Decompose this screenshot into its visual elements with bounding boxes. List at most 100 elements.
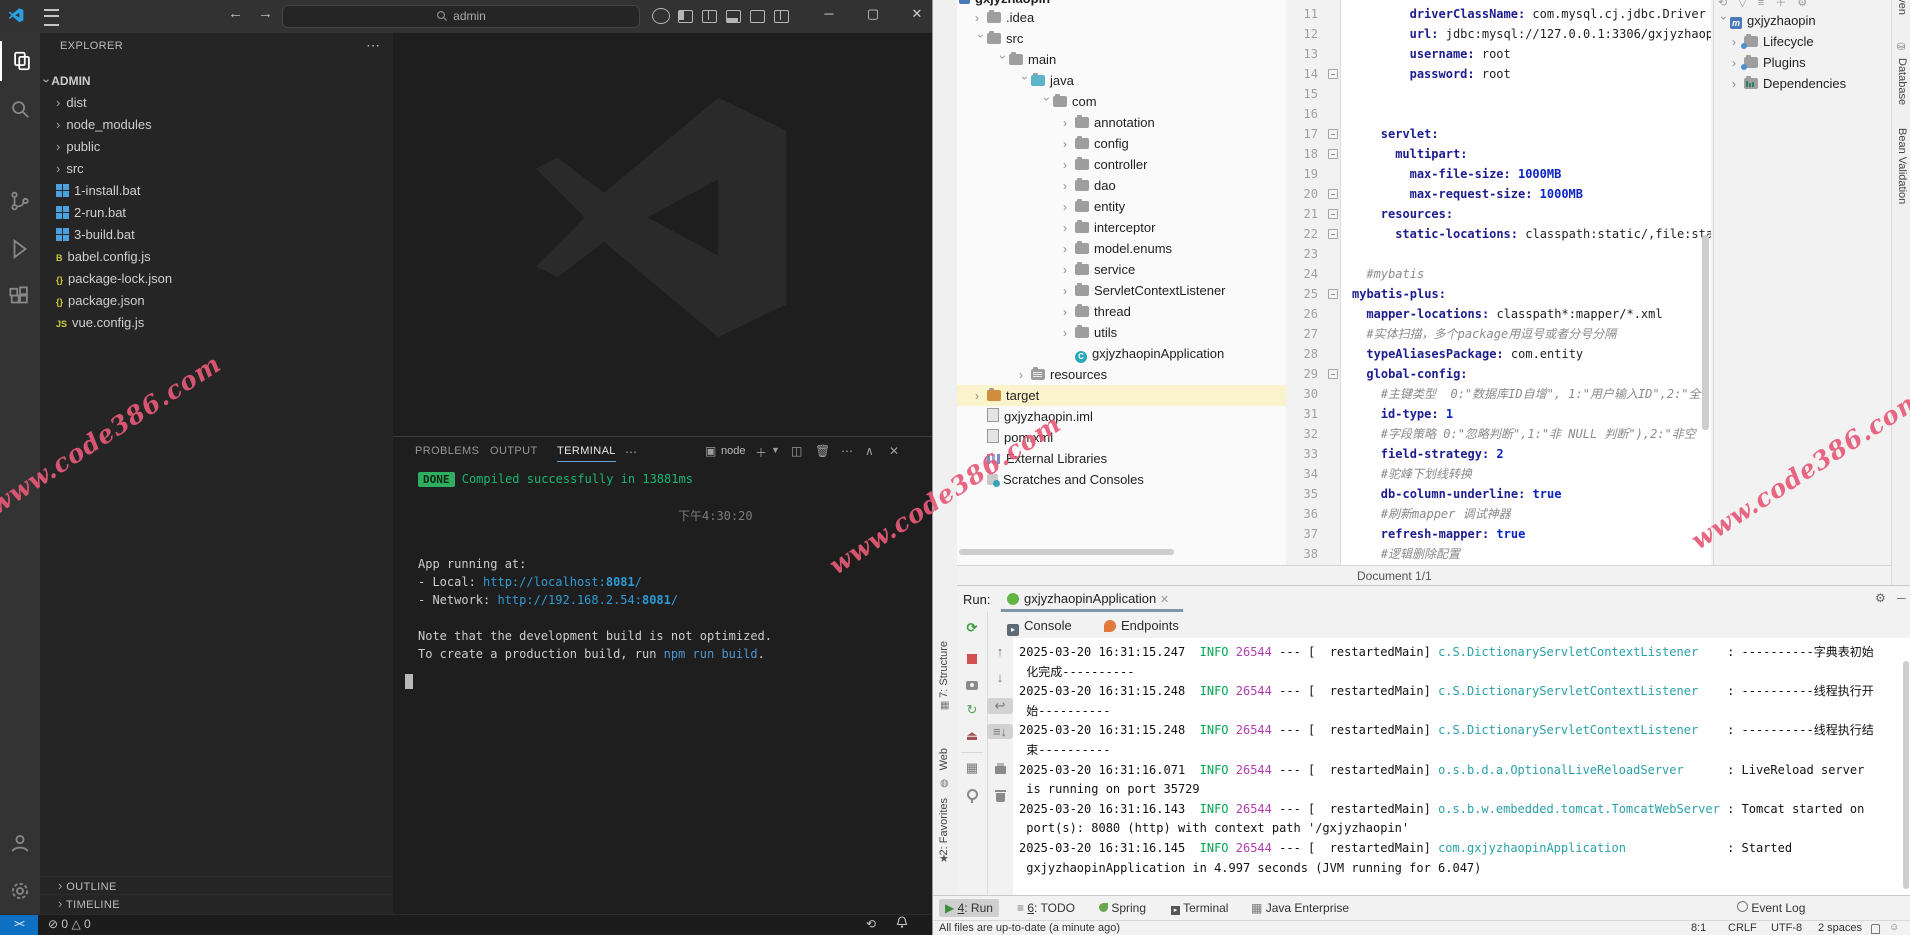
- tool-button-spring[interactable]: Spring: [1093, 899, 1152, 917]
- tree-row-Scratches and Consoles[interactable]: Scratches and Consoles: [957, 469, 1286, 490]
- tool-tab-web[interactable]: Web: [938, 748, 950, 770]
- run-console[interactable]: 2025-03-20 16:31:15.247 INFO 26544 --- […: [1013, 638, 1910, 896]
- maven-plugins-row[interactable]: ›Plugins: [1714, 52, 1892, 73]
- kill-terminal-icon[interactable]: 🗑: [815, 444, 830, 458]
- tree-row-utils[interactable]: ›utils: [957, 322, 1286, 343]
- nav-forward-icon[interactable]: →: [258, 5, 273, 22]
- tool-button-java-enterprise[interactable]: ▦ Java Enterprise: [1245, 899, 1355, 917]
- nav-back-icon[interactable]: ←: [228, 5, 243, 22]
- tab-problems[interactable]: PROBLEMS: [415, 445, 479, 457]
- tree-row-interceptor[interactable]: ›interceptor: [957, 217, 1286, 238]
- editor-vscrollbar[interactable]: [1702, 235, 1709, 430]
- soft-wrap-icon[interactable]: ↩: [987, 698, 1013, 714]
- rerun-icon[interactable]: ⟳: [957, 620, 987, 636]
- fold-marker-icon[interactable]: [1328, 129, 1338, 139]
- outline-section[interactable]: › OUTLINE: [40, 876, 411, 895]
- tool-button-run[interactable]: ▶ 4: Run: [939, 899, 999, 917]
- scroll-to-end-icon[interactable]: ≡↓: [987, 724, 1013, 739]
- problems-status[interactable]: ⊘ 0 △ 0: [48, 917, 91, 931]
- up-stacktrace-icon[interactable]: ↑: [987, 644, 1013, 659]
- event-log-button[interactable]: Event Log: [1731, 899, 1811, 917]
- line-ending[interactable]: CRLF: [1728, 922, 1757, 934]
- terminal-name[interactable]: node: [721, 445, 745, 457]
- run-config-tab[interactable]: gxjyzhaopinApplication ✕: [1005, 588, 1169, 610]
- search-sidebar-icon[interactable]: [0, 89, 40, 129]
- update-application-icon[interactable]: ↻: [957, 702, 987, 718]
- tree-row-.idea[interactable]: ›.idea: [957, 7, 1286, 28]
- tree-row-com[interactable]: ›com: [957, 91, 1286, 112]
- command-center-search[interactable]: admin: [282, 5, 640, 28]
- local-url-link[interactable]: http://localhost:8081/: [483, 575, 642, 589]
- maven-lifecycle-row[interactable]: ›Lifecycle: [1714, 31, 1892, 52]
- layout-grid-icon[interactable]: ▦: [957, 760, 987, 776]
- explorer-root-folder[interactable]: › ADMIN: [44, 70, 389, 92]
- lock-icon[interactable]: [1871, 924, 1880, 934]
- thread-dump-camera-icon[interactable]: [957, 678, 987, 693]
- explorer-item-vue.config.js[interactable]: JSvue.config.js: [40, 312, 393, 334]
- clear-console-trash-icon[interactable]: [987, 790, 1013, 805]
- fold-marker-icon[interactable]: [1328, 289, 1338, 299]
- settings-gear-icon[interactable]: [0, 871, 40, 911]
- panel-views-more-icon[interactable]: ⋯: [841, 444, 853, 458]
- tree-row-java[interactable]: ›java: [957, 70, 1286, 91]
- tree-row-src[interactable]: ›src: [957, 28, 1286, 49]
- account-icon[interactable]: [0, 823, 40, 863]
- explorer-item-package-lock.json[interactable]: {}package-lock.json: [40, 268, 393, 290]
- toggle-panel-icon[interactable]: [726, 10, 741, 23]
- tree-row-gxjyzhaopin.iml[interactable]: gxjyzhaopin.iml: [957, 406, 1286, 427]
- toggle-secondary-sidebar-icon[interactable]: [750, 10, 765, 23]
- maven-dependencies-row[interactable]: ›Dependencies: [1714, 73, 1892, 94]
- tool-button-todo[interactable]: ≡ 6: TODO: [1011, 899, 1081, 917]
- fold-marker-icon[interactable]: [1328, 209, 1338, 219]
- split-editor-icon[interactable]: [702, 10, 717, 23]
- print-icon[interactable]: [987, 762, 1013, 777]
- explorer-item-babel.config.js[interactable]: Bbabel.config.js: [40, 246, 393, 268]
- explorer-item-3-build.bat[interactable]: 3-build.bat: [40, 224, 393, 246]
- terminal-dropdown-icon[interactable]: ▼: [771, 445, 780, 455]
- close-run-tab-icon[interactable]: ✕: [1160, 594, 1169, 606]
- tool-tab-database[interactable]: Database: [1896, 58, 1908, 105]
- hide-run-panel-icon[interactable]: ─: [1897, 591, 1906, 605]
- tab-terminal[interactable]: TERMINAL: [557, 445, 616, 462]
- tree-row-service[interactable]: ›service: [957, 259, 1286, 280]
- tree-row-model.enums[interactable]: ›model.enums: [957, 238, 1286, 259]
- network-url-link[interactable]: http://192.168.2.54:8081/: [497, 593, 678, 607]
- explorer-item-1-install.bat[interactable]: 1-install.bat: [40, 180, 393, 202]
- toggle-sidebar-icon[interactable]: [678, 10, 693, 23]
- explorer-item-dist[interactable]: ›dist: [40, 92, 393, 114]
- profile-icon[interactable]: [652, 8, 670, 24]
- tree-row-config[interactable]: ›config: [957, 133, 1286, 154]
- tree-row-entity[interactable]: ›entity: [957, 196, 1286, 217]
- yaml-editor[interactable]: 1112131415161718192021222324252627282930…: [1286, 0, 1711, 565]
- fold-marker-icon[interactable]: [1328, 229, 1338, 239]
- notification-widget-icon[interactable]: ☺: [1889, 922, 1899, 933]
- timeline-section[interactable]: › TIMELINE: [40, 894, 411, 913]
- tree-row-annotation[interactable]: ›annotation: [957, 112, 1286, 133]
- run-settings-gear-icon[interactable]: ⚙: [1875, 591, 1886, 605]
- maximize-panel-icon[interactable]: ∧: [865, 444, 874, 458]
- explorer-more-icon[interactable]: ⋯: [366, 37, 381, 54]
- tree-row-ServletContextListener[interactable]: ›ServletContextListener: [957, 280, 1286, 301]
- caret-position[interactable]: 8:1: [1691, 922, 1706, 934]
- bell-icon[interactable]: [896, 916, 908, 932]
- tool-tab-favorites[interactable]: 2: Favorites: [938, 798, 950, 855]
- pin-icon[interactable]: [957, 788, 987, 803]
- run-debug-icon[interactable]: [0, 229, 40, 269]
- explorer-icon[interactable]: [0, 41, 42, 81]
- source-control-icon[interactable]: [0, 181, 40, 221]
- tool-button-terminal[interactable]: ▸ Terminal: [1165, 899, 1234, 917]
- tree-row-dao[interactable]: ›dao: [957, 175, 1286, 196]
- extensions-icon[interactable]: [0, 277, 40, 317]
- tree-row-main[interactable]: ›main: [957, 49, 1286, 70]
- tool-tab-structure[interactable]: 7: Structure: [938, 641, 950, 698]
- fold-marker-icon[interactable]: [1328, 69, 1338, 79]
- tree-row-pom.xml[interactable]: pom.xml: [957, 427, 1286, 448]
- console-vscrollbar[interactable]: [1903, 661, 1909, 889]
- tree-row-controller[interactable]: ›controller: [957, 154, 1286, 175]
- tool-tab-bean-validation[interactable]: Bean Validation: [1896, 128, 1908, 204]
- explorer-item-public[interactable]: ›public: [40, 136, 393, 158]
- explorer-item-package.json[interactable]: {}package.json: [40, 290, 393, 312]
- console-view-tab[interactable]: ▸Console: [1005, 618, 1072, 634]
- split-terminal-icon[interactable]: ◫: [791, 444, 802, 458]
- panel-more-icon[interactable]: ⋯: [625, 445, 637, 459]
